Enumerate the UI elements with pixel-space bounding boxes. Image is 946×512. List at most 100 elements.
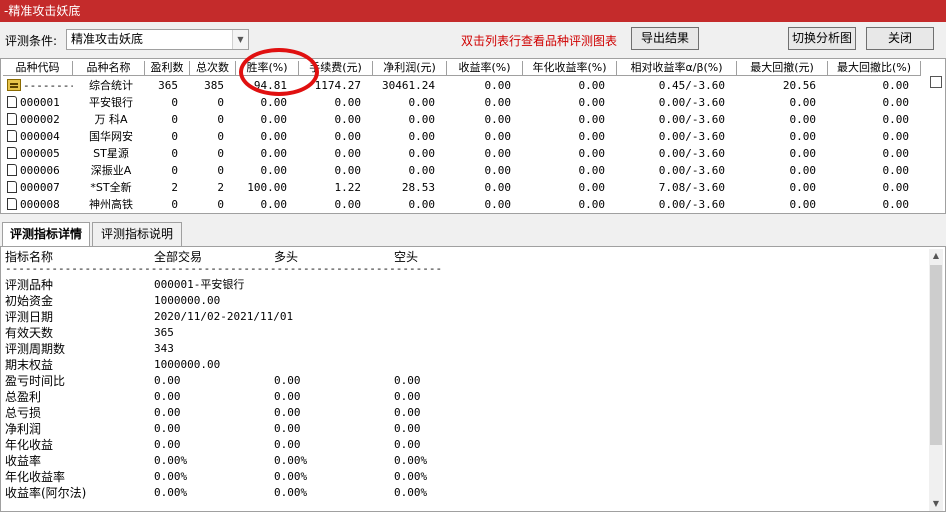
column-header[interactable]: 品种名称: [73, 61, 145, 76]
table-cell: 0.00/-3.60: [658, 130, 725, 143]
table-cell: 28.53: [401, 181, 435, 194]
table-cell: 0.00/-3.60: [658, 113, 725, 126]
table-cell: 0.45/-3.60: [658, 79, 725, 92]
column-header[interactable]: 胜率(%): [236, 61, 299, 76]
table-row[interactable]: 000005 ST星源 0 0 0.00 0.00 0.00 0.00 0.00 0.00/-3.…: [1, 145, 927, 162]
column-header[interactable]: 最大回撤比(%): [828, 61, 921, 76]
table-cell: 0: [217, 164, 224, 177]
code-text: 000001: [20, 96, 60, 109]
metric-name: 年化收益率: [5, 470, 66, 484]
metric-name: 收益率(阿尔法): [5, 486, 87, 500]
document-icon: [7, 147, 17, 159]
table-cell: 0.00: [789, 198, 817, 211]
column-header[interactable]: 年化收益率(%): [523, 61, 617, 76]
column-header[interactable]: 总次数: [190, 61, 236, 76]
table-cell: 0: [171, 164, 178, 177]
metric-name: 净利润: [5, 422, 42, 436]
document-icon: [7, 181, 17, 193]
detail-header-short: 空头: [394, 250, 419, 264]
code-cell: 000007: [7, 179, 73, 196]
checkbox-icon[interactable]: [930, 76, 942, 88]
column-header[interactable]: 相对收益率α/β(%): [617, 61, 737, 76]
metric-long: 0.00%: [274, 470, 308, 483]
table-cell: 2: [171, 181, 178, 194]
table-row[interactable]: 000008 神州高铁 0 0 0.00 0.00 0.00 0.00 0.00 0.00/-3.…: [1, 196, 927, 213]
table-cell: 0.00: [260, 164, 288, 177]
table-cell: 0.00: [882, 164, 910, 177]
metric-short: 0.00%: [394, 486, 428, 499]
code-text: 000004: [20, 130, 60, 143]
column-header[interactable]: 最大回撤(元): [737, 61, 828, 76]
summary-icon: [7, 79, 21, 91]
column-header[interactable]: 收益率(%): [447, 61, 523, 76]
table-cell: 0.00: [334, 130, 362, 143]
table-cell: 2: [217, 181, 224, 194]
table-row[interactable]: 000001 平安银行 0 0 0.00 0.00 0.00 0.00 0.00 0.00/-3.…: [1, 94, 927, 111]
table-cell: 0.00: [408, 198, 436, 211]
table-cell: 0.00: [578, 130, 606, 143]
metric-all: 343: [154, 342, 174, 355]
metric-all: 0.00: [154, 374, 181, 387]
code-cell: 000008: [7, 196, 73, 213]
detail-header-long: 多头: [274, 250, 299, 264]
chevron-down-icon[interactable]: ▼: [232, 30, 248, 49]
table-cell: 30461.24: [382, 79, 435, 92]
metric-name: 期末权益: [5, 358, 54, 372]
code-text: 000006: [20, 164, 60, 177]
code-cell: 000006: [7, 162, 73, 179]
code-cell: 000005: [7, 145, 73, 162]
table-cell: 0.00: [789, 147, 817, 160]
document-icon: [7, 198, 17, 210]
scroll-thumb[interactable]: [930, 265, 942, 445]
table-cell: 0.00: [408, 164, 436, 177]
table-row[interactable]: 000006 深振业A 0 0 0.00 0.00 0.00 0.00 0.00 0.00/-3.…: [1, 162, 927, 179]
export-button[interactable]: 导出结果: [631, 27, 699, 50]
table-header: 品种代码 品种名称 盈利数 总次数 胜率(%) 手续费(元) 净利润(元) 收益率(%) 年化收…: [1, 61, 945, 76]
metric-all: 0.00%: [154, 486, 188, 499]
close-button[interactable]: 关闭: [866, 27, 934, 50]
table-row[interactable]: -------- 综合统计 365 385 94.81 1174.27 30461.24 0.…: [1, 77, 927, 94]
condition-select[interactable]: 精准攻击妖底 ▼: [66, 29, 249, 50]
table-cell: 20.56: [782, 79, 816, 92]
table-cell: 100.00: [247, 181, 287, 194]
table-cell: 0.00: [882, 198, 910, 211]
table-cell: 0.00: [334, 198, 362, 211]
metric-long: 0.00: [274, 422, 301, 435]
detail-header-all: 全部交易: [154, 250, 203, 264]
table-row[interactable]: 000007 *ST全新 2 2 100.00 1.22 28.53 0.00 0.00 7.08…: [1, 179, 927, 196]
table-scrollbar[interactable]: [929, 76, 943, 212]
code-text: --------: [23, 79, 73, 92]
column-header[interactable]: 净利润(元): [373, 61, 447, 76]
table-cell: 0.00: [882, 130, 910, 143]
metric-all: 000001-平安银行: [154, 278, 245, 291]
metric-all: 0.00: [154, 390, 181, 403]
table-cell: 94.81: [253, 79, 287, 92]
table-cell: 0.00: [789, 96, 817, 109]
table-cell: 0.00: [578, 79, 606, 92]
tab-explain[interactable]: 评测指标说明: [92, 222, 182, 246]
switch-chart-button[interactable]: 切换分析图: [788, 27, 856, 50]
column-header[interactable]: 品种代码: [3, 61, 73, 76]
table-cell: 0.00: [334, 147, 362, 160]
table-row[interactable]: 000002 万 科A 0 0 0.00 0.00 0.00 0.00 0.00 0.00/-3.…: [1, 111, 927, 128]
scroll-up-icon[interactable]: ▲: [929, 249, 943, 263]
table-row[interactable]: 000004 国华网安 0 0 0.00 0.00 0.00 0.00 0.00 0.00/-3.…: [1, 128, 927, 145]
document-icon: [7, 113, 17, 125]
metric-long: 0.00: [274, 438, 301, 451]
table-cell: 365: [158, 79, 178, 92]
table-cell: 0.00/-3.60: [658, 198, 725, 211]
table-cell: 万 科A: [94, 113, 128, 126]
metric-short: 0.00: [394, 374, 421, 387]
column-header[interactable]: 盈利数: [145, 61, 190, 76]
tab-detail[interactable]: 评测指标详情: [2, 222, 90, 247]
table-cell: 0.00: [578, 164, 606, 177]
results-table[interactable]: 品种代码 品种名称 盈利数 总次数 胜率(%) 手续费(元) 净利润(元) 收益率(%) 年化收…: [0, 58, 946, 214]
column-header[interactable]: 手续费(元): [299, 61, 373, 76]
table-cell: 平安银行: [89, 96, 133, 109]
scroll-down-icon[interactable]: ▼: [929, 497, 943, 511]
table-cell: 0.00: [484, 130, 512, 143]
table-cell: 0.00: [882, 181, 910, 194]
detail-scrollbar[interactable]: ▲ ▼: [929, 249, 943, 511]
table-cell: 神州高铁: [89, 198, 133, 211]
table-cell: 0.00: [882, 147, 910, 160]
